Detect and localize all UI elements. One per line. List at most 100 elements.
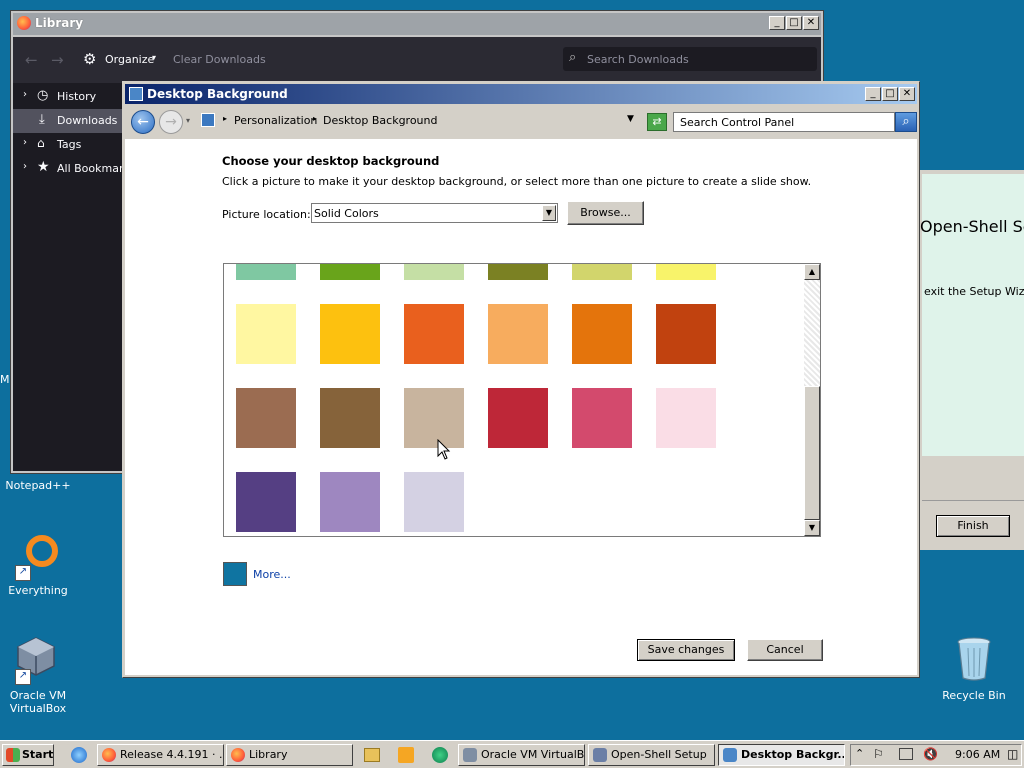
color-swatch[interactable] bbox=[320, 388, 380, 448]
breadcrumb-personalization[interactable]: Personalization bbox=[234, 114, 317, 127]
task-label: Oracle VM VirtualB... bbox=[481, 748, 585, 761]
forward-button[interactable]: → bbox=[159, 110, 183, 134]
taskbar-item-desktop-background[interactable]: Desktop Backgr... bbox=[718, 744, 845, 766]
openshell-title: Open-Shell Setup bbox=[920, 217, 1024, 236]
search-icon: ⌕ bbox=[569, 50, 577, 65]
tray-expand-icon[interactable]: ⌃ bbox=[855, 747, 864, 760]
explorer-quicklaunch-icon[interactable] bbox=[364, 748, 380, 762]
virtualbox-icon bbox=[463, 748, 477, 762]
maximize-button[interactable]: □ bbox=[786, 16, 802, 30]
sidebar-item-label: Downloads bbox=[57, 114, 118, 127]
color-swatch[interactable] bbox=[572, 304, 632, 364]
color-swatch[interactable] bbox=[656, 388, 716, 448]
color-swatch[interactable] bbox=[656, 304, 716, 364]
task-label: Library bbox=[249, 748, 288, 761]
browse-button[interactable]: Browse... bbox=[567, 201, 644, 225]
search-placeholder: Search Control Panel bbox=[680, 116, 795, 129]
dialog-content: Choose your desktop background Click a p… bbox=[125, 139, 917, 675]
refresh-button[interactable]: ⇄ bbox=[647, 113, 667, 131]
desktop-background-window: Desktop Background _ □ ✕ ← → ▾ ▸ Persona… bbox=[122, 81, 920, 678]
scroll-up-button[interactable]: ▲ bbox=[804, 264, 820, 280]
clear-downloads-button[interactable]: Clear Downloads bbox=[173, 53, 266, 66]
skype-quicklaunch-icon[interactable] bbox=[432, 747, 448, 763]
back-button[interactable]: ← bbox=[131, 110, 155, 134]
library-titlebar[interactable]: Library _ □ ✕ bbox=[13, 13, 821, 35]
flag-icon[interactable]: ⚐ bbox=[873, 747, 884, 761]
minimize-button[interactable]: _ bbox=[865, 87, 881, 101]
vertical-scrollbar[interactable]: ▲ ▼ bbox=[804, 264, 820, 536]
color-swatch[interactable] bbox=[488, 264, 548, 280]
shortcut-arrow-icon: ↗ bbox=[15, 565, 31, 581]
color-swatch[interactable] bbox=[236, 264, 296, 280]
sidebar-item-label: History bbox=[57, 90, 97, 103]
taskbar-item-openshell[interactable]: Open-Shell Setup bbox=[588, 744, 715, 766]
color-swatch[interactable] bbox=[404, 388, 464, 448]
dialog-titlebar[interactable]: Desktop Background _ □ ✕ bbox=[125, 84, 917, 104]
openshell-text: exit the Setup Wizard bbox=[924, 285, 1024, 298]
search-placeholder: Search Downloads bbox=[587, 53, 689, 66]
color-swatch[interactable] bbox=[320, 472, 380, 532]
search-downloads-input[interactable]: ⌕ Search Downloads bbox=[563, 47, 817, 71]
color-swatch[interactable] bbox=[404, 472, 464, 532]
more-colors-link[interactable]: More... bbox=[253, 568, 291, 581]
scroll-thumb[interactable] bbox=[804, 386, 820, 520]
everything-icon[interactable] bbox=[24, 533, 58, 567]
close-button[interactable]: ✕ bbox=[803, 16, 819, 30]
color-swatch[interactable] bbox=[572, 264, 632, 280]
organize-menu[interactable]: Organize bbox=[105, 53, 154, 66]
desktop-icon-virtualbox-label[interactable]: Oracle VM VirtualBox bbox=[2, 689, 74, 715]
taskbar-item-virtualbox[interactable]: Oracle VM VirtualB... bbox=[458, 744, 585, 766]
chevron-down-icon[interactable]: ▾ bbox=[186, 116, 190, 125]
minimize-button[interactable]: _ bbox=[769, 16, 785, 30]
library-title: Library bbox=[35, 16, 84, 30]
star-icon: ★ bbox=[37, 159, 50, 175]
scroll-down-button[interactable]: ▼ bbox=[804, 520, 820, 536]
volume-muted-icon[interactable]: 🔇 bbox=[923, 747, 938, 761]
breadcrumb-desktop-background[interactable]: Desktop Background bbox=[323, 114, 438, 127]
forward-arrow-icon[interactable]: → bbox=[51, 51, 64, 69]
color-swatch[interactable] bbox=[488, 304, 548, 364]
save-changes-button[interactable]: Save changes bbox=[637, 639, 735, 661]
breadcrumb: ▸ Personalization ▸ Desktop Background bbox=[199, 110, 669, 132]
cancel-button[interactable]: Cancel bbox=[747, 639, 823, 661]
chevron-right-icon: › bbox=[23, 89, 27, 100]
scroll-track[interactable] bbox=[804, 280, 820, 386]
task-label: Desktop Backgr... bbox=[741, 748, 845, 761]
color-swatch[interactable] bbox=[236, 304, 296, 364]
address-dropdown-icon[interactable]: ▼ bbox=[627, 114, 634, 124]
chevron-down-icon: ▼ bbox=[542, 205, 556, 221]
more-colors-swatch[interactable] bbox=[223, 562, 247, 586]
finish-button[interactable]: Finish bbox=[936, 515, 1010, 537]
ie-quicklaunch-icon[interactable] bbox=[71, 747, 87, 763]
color-swatch[interactable] bbox=[404, 264, 464, 280]
task-label: Open-Shell Setup bbox=[611, 748, 707, 761]
close-button[interactable]: ✕ bbox=[899, 87, 915, 101]
color-swatch[interactable] bbox=[572, 388, 632, 448]
taskbar-item-library[interactable]: Library bbox=[226, 744, 353, 766]
desktop-icon-recycle-bin-label[interactable]: Recycle Bin bbox=[936, 689, 1012, 702]
taskbar-item-release[interactable]: Release 4.4.191 · ... bbox=[97, 744, 224, 766]
search-control-panel-input[interactable]: Search Control Panel bbox=[673, 112, 895, 132]
back-arrow-icon[interactable]: ← bbox=[25, 51, 38, 69]
desktop-icon-notepadpp-label[interactable]: Notepad++ bbox=[2, 479, 74, 492]
media-player-quicklaunch-icon[interactable] bbox=[398, 747, 414, 763]
gear-icon: ⚙ bbox=[83, 50, 97, 68]
color-swatch[interactable] bbox=[236, 472, 296, 532]
color-swatch[interactable] bbox=[320, 304, 380, 364]
clock-icon: ◷ bbox=[37, 88, 49, 103]
show-desktop-icon[interactable]: ◫ bbox=[1007, 747, 1018, 761]
color-swatch[interactable] bbox=[404, 304, 464, 364]
desktop-icon-everything-label[interactable]: Everything bbox=[2, 584, 74, 597]
library-toolbar: ← → ⚙ Organize ▾ Clear Downloads ⌕ Searc… bbox=[13, 37, 821, 83]
maximize-button[interactable]: □ bbox=[882, 87, 898, 101]
recycle-bin-icon[interactable] bbox=[956, 636, 992, 682]
search-button[interactable]: ⌕ bbox=[895, 112, 917, 132]
color-swatch[interactable] bbox=[320, 264, 380, 280]
start-button[interactable]: Start bbox=[2, 744, 54, 766]
color-swatch[interactable] bbox=[656, 264, 716, 280]
color-swatch[interactable] bbox=[236, 388, 296, 448]
network-icon[interactable] bbox=[899, 748, 913, 760]
picture-location-select[interactable]: Solid Colors ▼ bbox=[311, 203, 558, 223]
dialog-title: Desktop Background bbox=[147, 87, 288, 101]
color-swatch[interactable] bbox=[488, 388, 548, 448]
